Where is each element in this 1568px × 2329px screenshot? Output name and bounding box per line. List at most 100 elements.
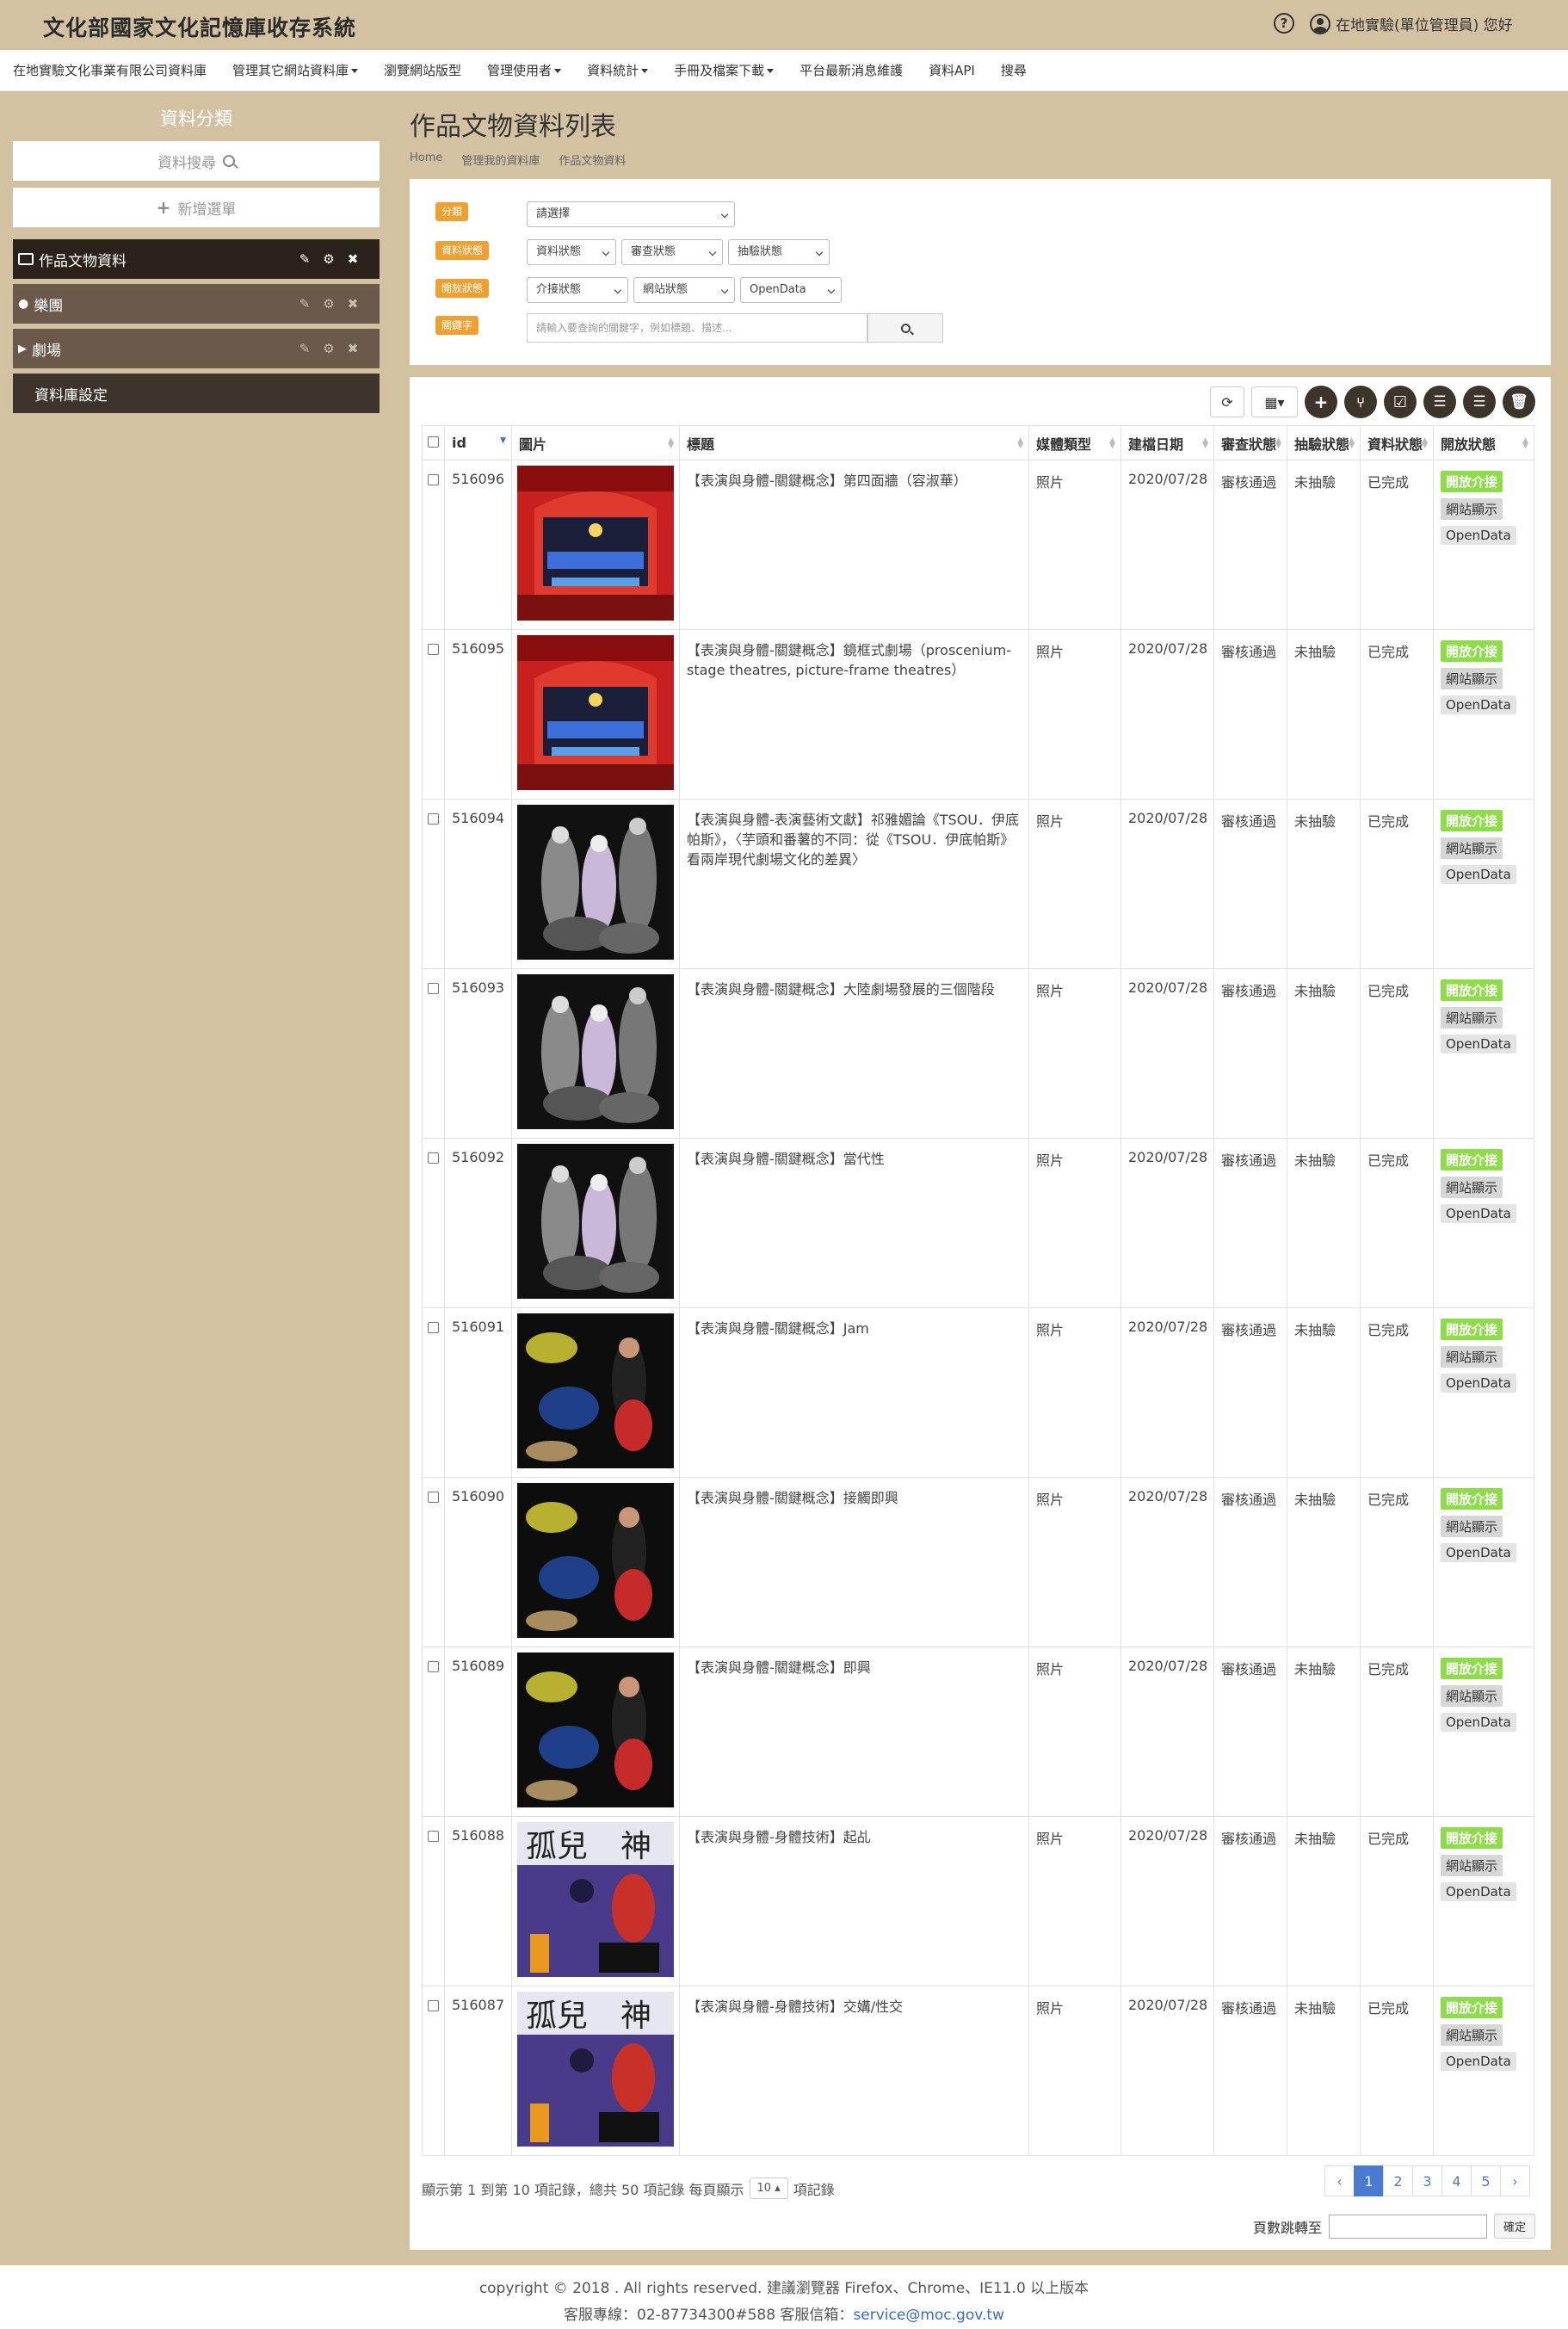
breadcrumb-my-database[interactable]: 管理我的資料庫	[461, 151, 540, 168]
site-display-badge[interactable]: 網站顯示	[1441, 668, 1503, 689]
column-header-media-type[interactable]: 媒體類型 ▲ ▼	[1028, 425, 1121, 460]
data-status-select[interactable]: 資料狀態	[527, 239, 616, 265]
nav-item-search[interactable]: 搜尋	[1001, 61, 1027, 79]
nav-item-my-database[interactable]: 在地實驗文化事業有限公司資料庫	[13, 61, 207, 79]
row-checkbox[interactable]	[428, 474, 439, 485]
sidebar-item-theatres[interactable]: ▶ 劇場 ✎ ⚙ ✖	[13, 329, 380, 368]
table-row[interactable]: 516087 孤兒神 【表演與身體-身體技術】交媾/性交 照片 2020/07/…	[422, 1986, 1534, 2156]
image-cell[interactable]	[511, 799, 680, 969]
opendata-badge[interactable]: OpenData	[1441, 1882, 1516, 1901]
title-cell[interactable]: 【表演與身體-身體技術】起乩	[679, 1816, 1029, 1986]
api-open-badge[interactable]: 開放介接	[1441, 810, 1503, 831]
title-cell[interactable]: 【表演與身體-關鍵概念】Jam	[679, 1307, 1029, 1478]
table-row[interactable]: 516092 【表演與身體-關鍵概念】當代性 照片 2020/07/28 審核通…	[422, 1138, 1534, 1308]
api-open-badge[interactable]: 開放介接	[1441, 979, 1503, 1001]
image-cell[interactable]	[511, 1477, 680, 1647]
title-cell[interactable]: 【表演與身體-關鍵概念】鏡框式劇場（proscenium-stage theat…	[679, 629, 1029, 800]
opendata-badge[interactable]: OpenData	[1441, 1713, 1516, 1732]
image-cell[interactable]	[511, 1138, 680, 1308]
image-cell[interactable]	[511, 460, 680, 630]
site-display-badge[interactable]: 網站顯示	[1441, 1516, 1503, 1537]
api-status-select[interactable]: 介接狀態	[527, 277, 628, 303]
table-row[interactable]: 516090 【表演與身體-關鍵概念】接觸即興 照片 2020/07/28 審核…	[422, 1477, 1534, 1647]
outdent-button[interactable]: ☰	[1463, 386, 1496, 418]
row-checkbox[interactable]	[428, 1661, 439, 1672]
site-display-badge[interactable]: 網站顯示	[1441, 1177, 1503, 1198]
thumbnail-image[interactable]: 孤兒神	[517, 1992, 674, 2150]
sidebar-item-db-settings[interactable]: 資料庫設定	[13, 374, 380, 413]
api-open-badge[interactable]: 開放介接	[1441, 1488, 1503, 1510]
column-header-id[interactable]: id ▼	[444, 425, 512, 460]
title-cell[interactable]: 【表演與身體-關鍵概念】大陸劇場發展的三個階段	[679, 968, 1029, 1139]
row-checkbox[interactable]	[428, 644, 439, 655]
title-cell[interactable]: 【表演與身體-身體技術】交媾/性交	[679, 1986, 1029, 2156]
gear-icon[interactable]: ⚙	[323, 251, 335, 267]
pencil-icon[interactable]: ✎	[299, 341, 311, 356]
row-checkbox[interactable]	[428, 2000, 439, 2011]
title-cell[interactable]: 【表演與身體-關鍵概念】第四面牆（容淑華）	[679, 460, 1029, 630]
table-row[interactable]: 516093 【表演與身體-關鍵概念】大陸劇場發展的三個階段 照片 2020/0…	[422, 968, 1534, 1139]
pagination-page-1[interactable]: 1	[1354, 2165, 1384, 2196]
table-row[interactable]: 516088 孤兒神 【表演與身體-身體技術】起乩 照片 2020/07/28 …	[422, 1816, 1534, 1986]
refresh-button[interactable]: ⟳	[1210, 386, 1244, 417]
table-row[interactable]: 516089 【表演與身體-關鍵概念】即興 照片 2020/07/28 審核通過…	[422, 1646, 1534, 1817]
opendata-select[interactable]: OpenData	[740, 277, 842, 303]
branch-button[interactable]: ⑂	[1344, 386, 1377, 418]
select-all-checkbox[interactable]	[428, 436, 439, 448]
site-display-badge[interactable]: 網站顯示	[1441, 1346, 1503, 1368]
table-row[interactable]: 516096 【表演與身體-關鍵概念】第四面牆（容淑華） 照片 2020/07/…	[422, 460, 1534, 630]
nav-item-browse-templates[interactable]: 瀏覽網站版型	[384, 61, 461, 79]
pencil-icon[interactable]: ✎	[299, 251, 311, 267]
site-display-badge[interactable]: 網站顯示	[1441, 498, 1503, 520]
site-display-badge[interactable]: 網站顯示	[1441, 1685, 1503, 1707]
table-row[interactable]: 516094 【表演與身體-表演藝術文獻】祁雅媚論《TSOU．伊底帕斯》，〈芋頭…	[422, 799, 1534, 969]
nav-item-other-databases[interactable]: 管理其它網站資料庫	[232, 61, 359, 79]
thumbnail-image[interactable]	[517, 1653, 674, 1811]
title-cell[interactable]: 【表演與身體-表演藝術文獻】祁雅媚論《TSOU．伊底帕斯》，〈芋頭和番薯的不同：…	[679, 799, 1029, 969]
close-icon[interactable]: ✖	[347, 341, 359, 356]
add-menu-button[interactable]: + 新增選單	[13, 188, 380, 227]
keyword-input[interactable]: 請輸入要查詢的關鍵字，例如標題、描述...	[527, 313, 867, 343]
row-checkbox[interactable]	[428, 813, 439, 825]
opendata-badge[interactable]: OpenData	[1441, 526, 1516, 545]
pencil-icon[interactable]: ✎	[299, 296, 311, 312]
page-jump-input[interactable]	[1328, 2214, 1487, 2239]
close-icon[interactable]: ✖	[347, 296, 359, 312]
column-header-sampling-status[interactable]: 抽驗狀態 ▲ ▼	[1287, 425, 1361, 460]
sampling-status-select[interactable]: 抽驗狀態	[728, 239, 830, 265]
row-checkbox[interactable]	[428, 1831, 439, 1842]
column-header-data-status[interactable]: 資料狀態 ▲ ▼	[1360, 425, 1434, 460]
table-row[interactable]: 516091 【表演與身體-關鍵概念】Jam 照片 2020/07/28 審核通…	[422, 1307, 1534, 1478]
pagination-page-4[interactable]: 4	[1441, 2165, 1472, 2196]
pagination-page-2[interactable]: 2	[1383, 2165, 1413, 2196]
opendata-badge[interactable]: OpenData	[1441, 1035, 1516, 1053]
question-circle-icon[interactable]: ?	[1274, 13, 1294, 34]
api-open-badge[interactable]: 開放介接	[1441, 640, 1503, 662]
nav-item-news[interactable]: 平台最新消息維護	[799, 61, 903, 79]
nav-item-manage-users[interactable]: 管理使用者	[487, 61, 562, 79]
table-row[interactable]: 516095 【表演與身體-關鍵概念】鏡框式劇場（proscenium-stag…	[422, 629, 1534, 800]
pagination-page-3[interactable]: 3	[1412, 2165, 1442, 2196]
category-select[interactable]: 請選擇	[527, 201, 735, 227]
sidebar-item-bands[interactable]: ● 樂團 ✎ ⚙ ✖	[13, 284, 380, 324]
per-page-select[interactable]: 10 ▴	[749, 2178, 788, 2199]
site-display-badge[interactable]: 網站顯示	[1441, 1855, 1503, 1876]
column-header-title[interactable]: 標題 ▲ ▼	[679, 425, 1029, 460]
site-display-badge[interactable]: 網站顯示	[1441, 837, 1503, 859]
column-header-image[interactable]: 圖片 ▲ ▼	[511, 425, 680, 460]
breadcrumb-home[interactable]: Home	[410, 151, 442, 168]
title-cell[interactable]: 【表演與身體-關鍵概念】即興	[679, 1646, 1029, 1817]
image-cell[interactable]	[511, 629, 680, 800]
row-checkbox[interactable]	[428, 983, 439, 994]
add-button[interactable]: +	[1305, 386, 1337, 418]
thumbnail-image[interactable]	[517, 635, 674, 794]
thumbnail-image[interactable]	[517, 466, 674, 624]
opendata-badge[interactable]: OpenData	[1441, 1204, 1516, 1223]
indent-button[interactable]: ☰	[1423, 386, 1456, 418]
user-menu[interactable]: 在地實驗(單位管理員) 您好	[1310, 13, 1513, 34]
api-open-badge[interactable]: 開放介接	[1441, 1149, 1503, 1171]
row-checkbox[interactable]	[428, 1492, 439, 1503]
sidebar-item-artifacts[interactable]: 作品文物資料 ✎ ⚙ ✖	[13, 239, 380, 279]
row-checkbox[interactable]	[428, 1152, 439, 1164]
site-display-badge[interactable]: 網站顯示	[1441, 1007, 1503, 1029]
